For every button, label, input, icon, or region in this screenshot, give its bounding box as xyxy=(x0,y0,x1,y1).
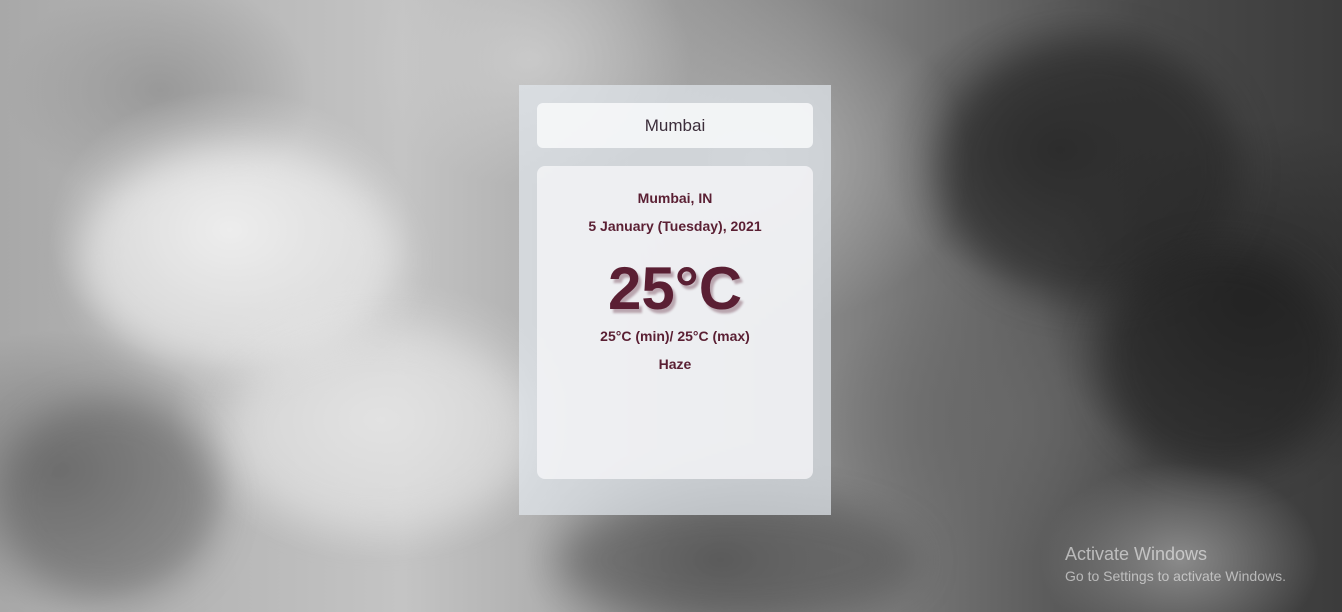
cloud-highlight xyxy=(230,330,530,530)
cloud-shadow xyxy=(1100,250,1340,470)
temperature-value: 25°C xyxy=(607,255,743,322)
cloud-shadow xyxy=(0,400,220,600)
windows-activation-watermark: Activate Windows Go to Settings to activ… xyxy=(1065,544,1286,588)
location-label: Mumbai, IN xyxy=(637,190,713,206)
weather-condition: Haze xyxy=(658,356,692,372)
cloud-shadow xyxy=(560,500,920,612)
city-search-input[interactable] xyxy=(537,103,813,148)
weather-panel: Mumbai, IN 5 January (Tuesday), 2021 25°… xyxy=(519,85,831,515)
activation-subtitle: Go to Settings to activate Windows. xyxy=(1065,568,1286,584)
date-label: 5 January (Tuesday), 2021 xyxy=(588,218,762,234)
min-max-temperature: 25°C (min)/ 25°C (max) xyxy=(600,328,750,344)
weather-info-card: Mumbai, IN 5 January (Tuesday), 2021 25°… xyxy=(537,166,813,479)
activation-title: Activate Windows xyxy=(1065,544,1208,564)
